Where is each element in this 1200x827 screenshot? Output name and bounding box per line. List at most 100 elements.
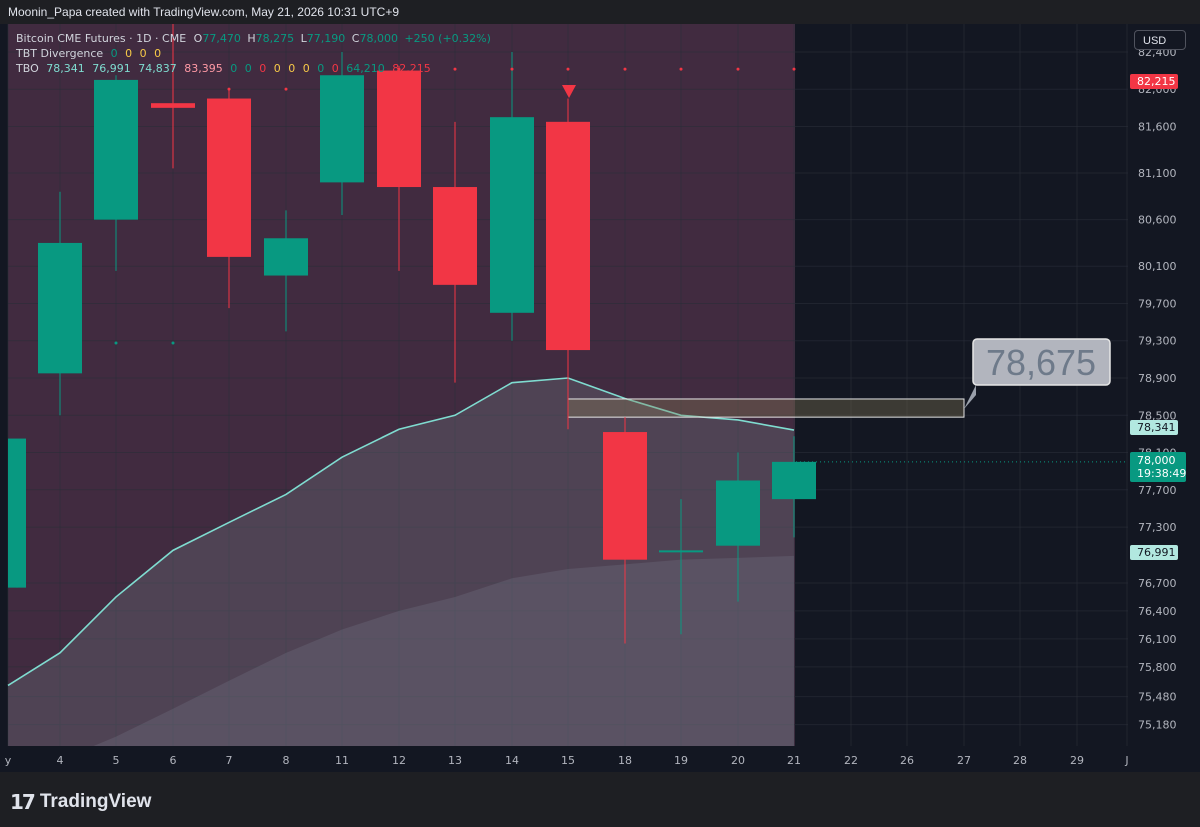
candle[interactable] bbox=[603, 432, 647, 560]
price-axis-bg bbox=[1128, 24, 1200, 772]
tbo-value: 0 bbox=[244, 62, 252, 75]
candle[interactable] bbox=[716, 480, 760, 546]
footer-bar bbox=[0, 772, 1200, 827]
tbt-value: 0 bbox=[154, 47, 162, 60]
candle[interactable] bbox=[546, 121, 590, 351]
price-tick-label: 81,600 bbox=[1138, 120, 1177, 133]
tbo-value: 0 bbox=[273, 62, 281, 75]
time-tick-label: 21 bbox=[787, 754, 801, 767]
tbo-value: 64,210 bbox=[346, 62, 385, 75]
callout-label: 78,675 bbox=[986, 342, 1096, 383]
candle[interactable] bbox=[772, 461, 816, 500]
candle[interactable] bbox=[264, 238, 308, 276]
time-tick-label: 11 bbox=[335, 754, 349, 767]
symbol-title[interactable]: Bitcoin CME Futures · 1D · CME bbox=[16, 32, 186, 45]
price-chart[interactable]: 78,675 82,40082,00081,60081,10080,60080,… bbox=[0, 0, 1200, 827]
candle[interactable] bbox=[207, 98, 251, 257]
tradingview-logo-icon: 17 bbox=[10, 790, 36, 814]
candle[interactable] bbox=[659, 550, 703, 553]
tbo-value: 82,215 bbox=[392, 62, 431, 75]
tbo-value: 0 bbox=[331, 62, 339, 75]
time-tick-label: y bbox=[5, 754, 12, 767]
time-tick-label: 6 bbox=[170, 754, 177, 767]
time-tick-label: 22 bbox=[844, 754, 858, 767]
tbo-name[interactable]: TBO bbox=[16, 62, 39, 75]
time-tick-label: 28 bbox=[1013, 754, 1027, 767]
tbt-value: 0 bbox=[125, 47, 133, 60]
time-tick-label: 29 bbox=[1070, 754, 1084, 767]
tbo-slow-label-text: 76,991 bbox=[1137, 546, 1176, 559]
legend-tbo-row[interactable]: TBO 78,341 76,991 74,837 83,395 0 0 0 0 … bbox=[16, 62, 435, 75]
tbt-name[interactable]: TBT Divergence bbox=[16, 47, 103, 60]
price-tick-label: 80,600 bbox=[1138, 214, 1177, 227]
candle[interactable] bbox=[94, 79, 138, 220]
price-tick-label: 81,100 bbox=[1138, 167, 1177, 180]
band-dot bbox=[792, 67, 796, 71]
band-dot bbox=[171, 341, 175, 345]
tbo-value: 0 bbox=[288, 62, 296, 75]
tradingview-logo[interactable]: 17 TradingView bbox=[10, 790, 151, 814]
currency-button[interactable]: USD bbox=[1134, 30, 1186, 50]
candle[interactable] bbox=[320, 75, 364, 183]
time-tick-label: 12 bbox=[392, 754, 406, 767]
last-price-text: 78,000 bbox=[1137, 454, 1176, 467]
legend-symbol-row[interactable]: Bitcoin CME Futures · 1D · CME O77,470 H… bbox=[16, 32, 495, 45]
candle[interactable] bbox=[433, 187, 477, 285]
attribution-text: Moonin_Papa created with TradingView.com… bbox=[8, 5, 400, 19]
time-axis[interactable]: y 4 5 6 7 8 11 12 13 14 15 18 19 20 21 22 26 27 28 29 J bbox=[0, 746, 1129, 772]
time-tick-label: 20 bbox=[731, 754, 745, 767]
legend-tbt-row[interactable]: TBT Divergence 0 0 0 0 bbox=[16, 47, 165, 60]
time-tick-label: 19 bbox=[674, 754, 688, 767]
tbt-value: 0 bbox=[110, 47, 118, 60]
band-dot bbox=[453, 67, 457, 71]
tbo-value: 0 bbox=[317, 62, 325, 75]
tbo-value: 74,837 bbox=[138, 62, 177, 75]
time-tick-label: 5 bbox=[113, 754, 120, 767]
candle[interactable] bbox=[377, 70, 421, 188]
ohlc-low: L77,190 bbox=[300, 32, 346, 45]
price-axis[interactable]: 82,40082,00081,60081,10080,60080,10079,7… bbox=[1128, 24, 1200, 772]
band-dot bbox=[510, 67, 514, 71]
attribution-bar: Moonin_Papa created with TradingView.com… bbox=[0, 0, 1200, 24]
time-tick-label: J bbox=[1124, 754, 1128, 767]
time-tick-label: 15 bbox=[561, 754, 575, 767]
ohlc-change: +250 (+0.32%) bbox=[404, 32, 491, 45]
candle[interactable] bbox=[151, 103, 195, 108]
band-dot bbox=[623, 67, 627, 71]
time-tick-label: 26 bbox=[900, 754, 914, 767]
candle[interactable] bbox=[8, 438, 26, 588]
tradingview-logo-text: TradingView bbox=[39, 791, 152, 812]
price-tick-label: 79,700 bbox=[1138, 297, 1177, 310]
price-tick-label: 75,480 bbox=[1138, 691, 1177, 704]
band-dot bbox=[284, 87, 288, 91]
price-tick-label: 76,100 bbox=[1138, 633, 1177, 646]
tbo-fast-label-text: 78,341 bbox=[1137, 421, 1176, 434]
price-tick-label: 80,100 bbox=[1138, 260, 1177, 273]
countdown-text: 19:38:49 bbox=[1137, 467, 1186, 480]
time-tick-label: 4 bbox=[57, 754, 64, 767]
price-tick-label: 76,400 bbox=[1138, 605, 1177, 618]
price-tick-label: 78,900 bbox=[1138, 372, 1177, 385]
zone-rectangle[interactable] bbox=[567, 398, 965, 418]
price-tick-label: 79,300 bbox=[1138, 335, 1177, 348]
price-tick-label: 75,180 bbox=[1138, 719, 1177, 732]
candle[interactable] bbox=[490, 117, 534, 313]
price-tick-label: 76,700 bbox=[1138, 577, 1177, 590]
tbo-value: 0 bbox=[230, 62, 238, 75]
tbo-value: 0 bbox=[302, 62, 310, 75]
candle[interactable] bbox=[38, 242, 82, 374]
band-dot bbox=[566, 67, 570, 71]
time-tick-label: 27 bbox=[957, 754, 971, 767]
band-dot bbox=[736, 67, 740, 71]
tbo-value: 83,395 bbox=[184, 62, 223, 75]
ohlc-open: O77,470 bbox=[193, 32, 241, 45]
band-dot bbox=[679, 67, 683, 71]
time-tick-label: 13 bbox=[448, 754, 462, 767]
time-tick-label: 14 bbox=[505, 754, 519, 767]
band-dot bbox=[114, 341, 118, 345]
tbt-value: 0 bbox=[139, 47, 147, 60]
price-tick-label: 77,700 bbox=[1138, 484, 1177, 497]
ohlc-close: C78,000 bbox=[351, 32, 398, 45]
upper-band-label-text: 82,215 bbox=[1137, 75, 1176, 88]
tbo-value: 78,341 bbox=[46, 62, 85, 75]
